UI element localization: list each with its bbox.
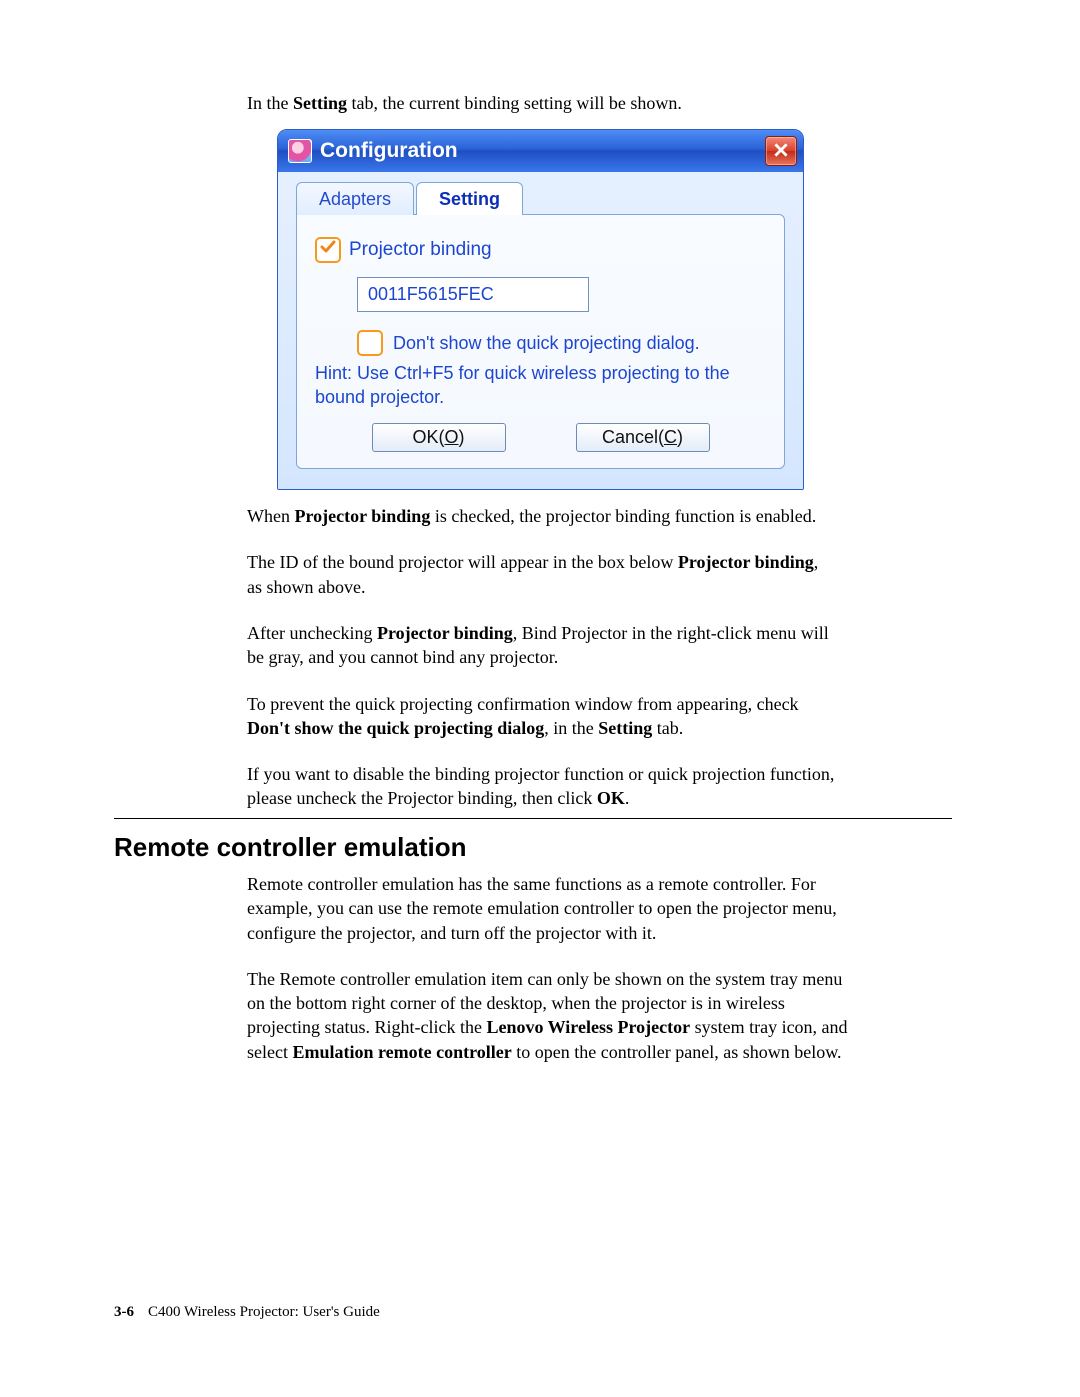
text: is checked, the projector binding functi… <box>430 506 816 526</box>
section-divider <box>114 818 952 819</box>
text: tab, the current binding setting will be… <box>347 93 682 113</box>
app-icon <box>288 139 312 163</box>
dialog-body: Adapters Setting Projector binding <box>278 172 803 489</box>
footer-title: C400 Wireless Projector: User's Guide <box>148 1304 380 1320</box>
text-bold: OK <box>597 788 625 808</box>
projector-binding-label: Projector binding <box>349 239 492 261</box>
close-icon <box>774 139 788 163</box>
tab-adapters[interactable]: Adapters <box>296 182 414 215</box>
configuration-dialog: Configuration Adapters Setting <box>277 129 804 490</box>
page-number: 3-6 <box>114 1304 134 1320</box>
tab-bar: Adapters Setting <box>296 182 785 215</box>
paragraph: Remote controller emulation has the same… <box>247 872 851 945</box>
ok-button[interactable]: OK(O) <box>372 423 506 452</box>
section-heading: Remote controller emulation <box>114 832 467 863</box>
paragraph: When Projector binding is checked, the p… <box>247 504 835 528</box>
text: . <box>625 788 630 808</box>
cancel-button[interactable]: Cancel(C) <box>576 423 710 452</box>
text: tab. <box>652 718 683 738</box>
tab-setting[interactable]: Setting <box>416 182 523 215</box>
bound-projector-id-field[interactable]: 0011F5615FEC <box>357 277 589 312</box>
dialog-button-row: OK(O) Cancel(C) <box>315 423 766 452</box>
configuration-dialog-figure: Configuration Adapters Setting <box>277 129 805 490</box>
page-footer: 3-6 C400 Wireless Projector: User's Guide <box>114 1304 380 1321</box>
text: C <box>664 427 677 447</box>
text-bold: Lenovo Wireless Projector <box>486 1017 690 1037</box>
paragraph: To prevent the quick projecting confirma… <box>247 692 835 741</box>
dont-show-label: Don't show the quick projecting dialog. <box>393 333 700 354</box>
text: After unchecking <box>247 623 377 643</box>
text-bold: Setting <box>598 718 652 738</box>
setting-tab-pane: Projector binding 0011F5615FEC Don't sho… <box>296 214 785 469</box>
text: To prevent the quick projecting confirma… <box>247 694 799 714</box>
hint-text: Hint: Use Ctrl+F5 for quick wireless pro… <box>315 362 766 409</box>
paragraph: If you want to disable the binding proje… <box>247 762 835 811</box>
text-bold: Projector binding <box>294 506 430 526</box>
text: ) <box>459 427 465 447</box>
dont-show-checkbox[interactable] <box>357 330 383 356</box>
text: O <box>445 427 459 447</box>
dialog-title: Configuration <box>320 139 458 163</box>
text-bold: Don't show the quick projecting dialog <box>247 718 544 738</box>
paragraph: The Remote controller emulation item can… <box>247 967 851 1064</box>
text-bold: Setting <box>293 93 347 113</box>
text: Cancel( <box>602 427 664 447</box>
text: When <box>247 506 294 526</box>
projector-binding-checkbox[interactable] <box>315 237 341 263</box>
projector-binding-row[interactable]: Projector binding <box>315 237 766 263</box>
dont-show-row[interactable]: Don't show the quick projecting dialog. <box>357 330 766 356</box>
text: In the <box>247 93 293 113</box>
check-icon <box>320 239 336 261</box>
text-bold: Projector binding <box>678 552 814 572</box>
paragraph: After unchecking Projector binding, Bind… <box>247 621 835 670</box>
text: to open the controller panel, as shown b… <box>512 1042 842 1062</box>
text-bold: Emulation remote controller <box>292 1042 511 1062</box>
text: ) <box>677 427 683 447</box>
paragraph: The ID of the bound projector will appea… <box>247 550 835 599</box>
dialog-titlebar[interactable]: Configuration <box>278 130 803 172</box>
text: If you want to disable the binding proje… <box>247 764 834 808</box>
text-bold: Projector binding <box>377 623 513 643</box>
intro-paragraph: In the Setting tab, the current binding … <box>247 91 835 115</box>
text: OK( <box>412 427 444 447</box>
text: The ID of the bound projector will appea… <box>247 552 678 572</box>
text: , in the <box>544 718 598 738</box>
close-button[interactable] <box>765 136 797 166</box>
